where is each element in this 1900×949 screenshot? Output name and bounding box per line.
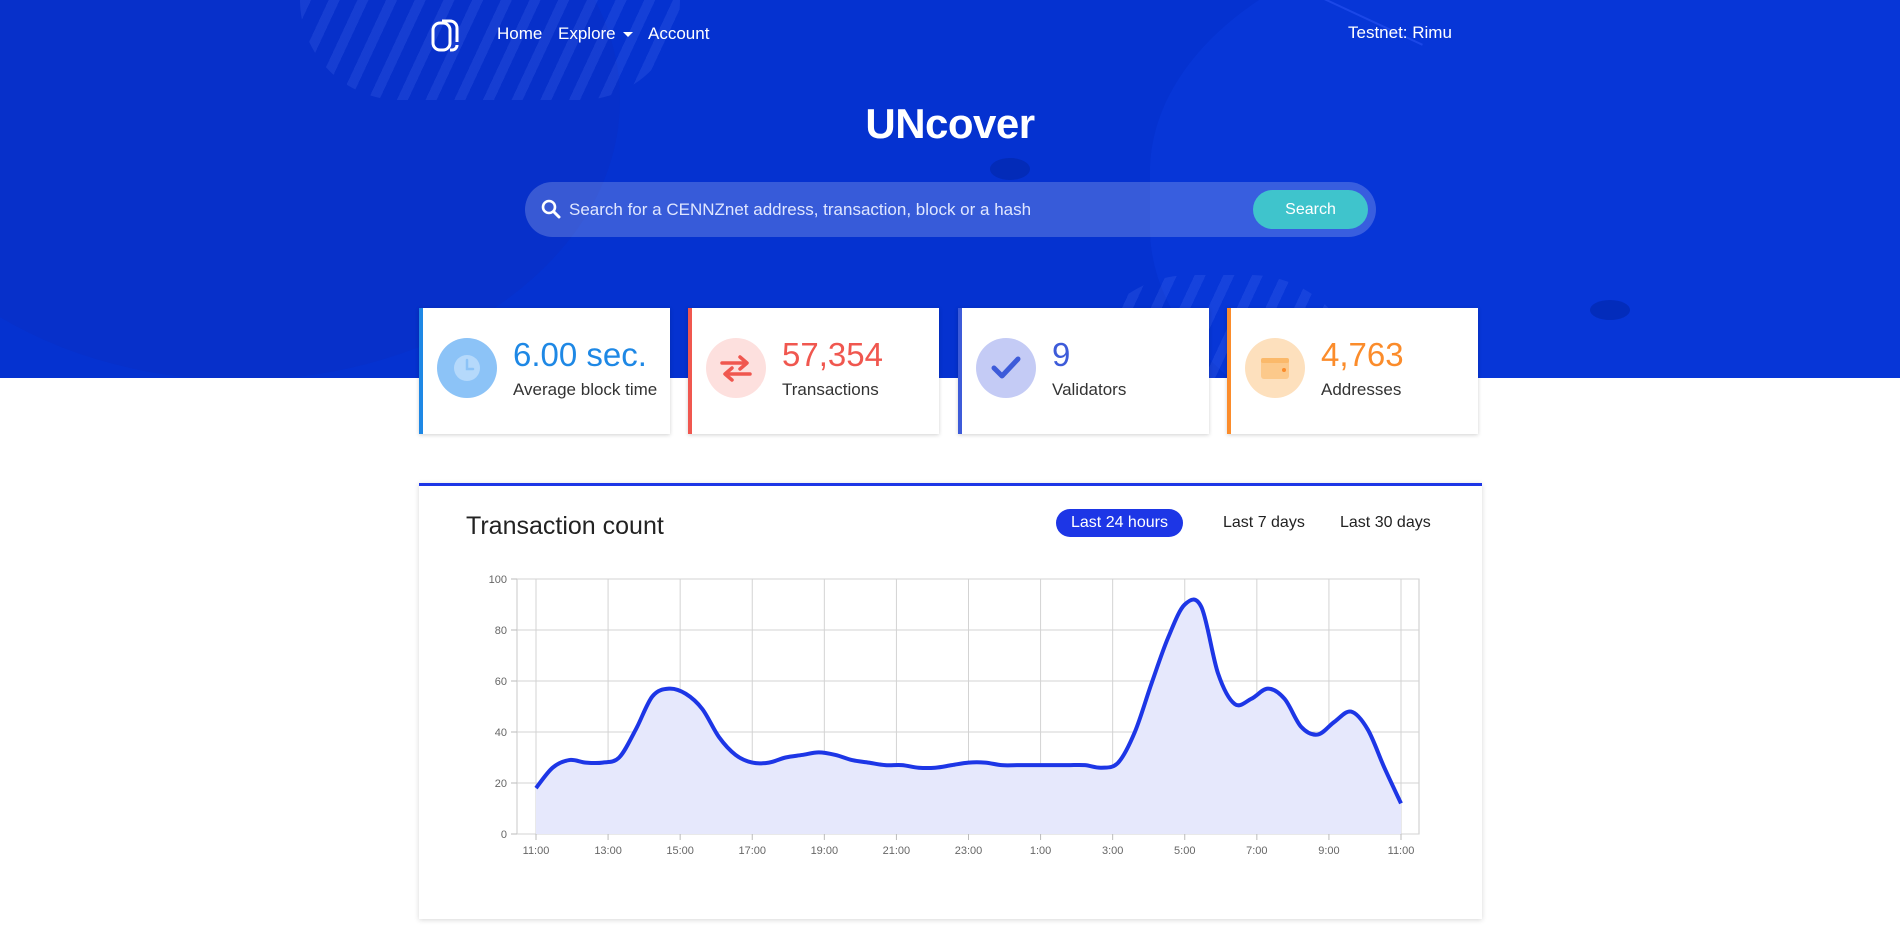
card-accent [958, 308, 962, 434]
hero-decoration [300, 0, 680, 100]
card-accent [1227, 308, 1231, 434]
chart-x-tick-label: 17:00 [738, 845, 766, 857]
page-title: UNcover [865, 100, 1035, 147]
chart-y-tick-label: 0 [501, 829, 507, 841]
chart-x-tick-label: 11:00 [1388, 845, 1415, 857]
network-selector[interactable]: Testnet: Rimu [1348, 23, 1452, 43]
card-accent [688, 308, 692, 434]
chart-x-tick-label: 5:00 [1174, 845, 1195, 857]
search-button[interactable]: Search [1253, 190, 1368, 229]
search-icon [541, 199, 561, 219]
nav-explore-dropdown[interactable]: Explore [558, 24, 633, 44]
stat-icon-circle [1245, 338, 1305, 398]
clock-icon [454, 355, 480, 381]
logo-icon[interactable] [430, 18, 460, 54]
hero-banner: Home Explore Account Testnet: Rimu UNcov… [0, 0, 1900, 378]
stat-value: 4,763 [1321, 336, 1404, 373]
stat-value: 9 [1052, 336, 1071, 373]
stat-card-transactions: 57,354 Transactions [688, 308, 939, 434]
stat-icon-circle [976, 338, 1036, 398]
stat-card-validators: 9 Validators [958, 308, 1209, 434]
chart-y-tick-label: 100 [489, 574, 507, 586]
chart-y-tick-label: 80 [495, 625, 507, 637]
chart-x-tick-label: 3:00 [1102, 845, 1123, 857]
hero-decoration [990, 158, 1030, 180]
stat-value: 6.00 sec. [513, 336, 647, 373]
card-accent [419, 308, 423, 434]
transaction-count-panel: Transaction count Last 24 hours Last 7 d… [419, 483, 1482, 919]
stat-label: Addresses [1321, 380, 1402, 399]
transfer-arrows-icon [720, 355, 752, 382]
chart-x-tick-label: 23:00 [955, 845, 983, 857]
transaction-count-chart: 0 20 40 60 80 100 11:00 13:00 15:00 17:00 19:00 21… [489, 574, 1420, 857]
chart-x-tick-label: 9:00 [1318, 845, 1339, 857]
chart-x-tick-label: 13:00 [594, 845, 622, 857]
chart-y-tick-label: 60 [495, 676, 507, 688]
chart-x-tick-label: 1:00 [1030, 845, 1051, 857]
chart-y-tick-label: 20 [495, 778, 507, 790]
stat-icon-circle [437, 338, 497, 398]
nav-explore-label: Explore [558, 24, 616, 43]
chart-y-tick-label: 40 [495, 727, 507, 739]
nav-account-link[interactable]: Account [648, 24, 709, 44]
stat-icon-circle [706, 338, 766, 398]
wallet-icon [1261, 358, 1289, 379]
nav-home-link[interactable]: Home [497, 24, 542, 44]
stat-label: Average block time [513, 380, 658, 399]
stat-value: 57,354 [782, 336, 883, 373]
hero-decoration [1590, 300, 1630, 320]
stat-card-block-time: 6.00 sec. Average block time [419, 308, 670, 434]
chart-x-tick-label: 19:00 [811, 845, 839, 857]
chart-x-tick-label: 11:00 [523, 845, 550, 857]
stat-card-addresses: 4,763 Addresses [1227, 308, 1478, 434]
stat-label: Validators [1052, 380, 1127, 399]
chart-x-tick-label: 15:00 [666, 845, 694, 857]
stat-label: Transactions [782, 380, 879, 399]
chart-x-tick-label: 7:00 [1246, 845, 1267, 857]
chevron-down-icon [622, 32, 633, 38]
checkmark-icon [991, 356, 1021, 379]
chart-x-tick-label: 21:00 [883, 845, 911, 857]
search-input[interactable] [567, 192, 1271, 228]
search-bar: Search [525, 182, 1376, 237]
